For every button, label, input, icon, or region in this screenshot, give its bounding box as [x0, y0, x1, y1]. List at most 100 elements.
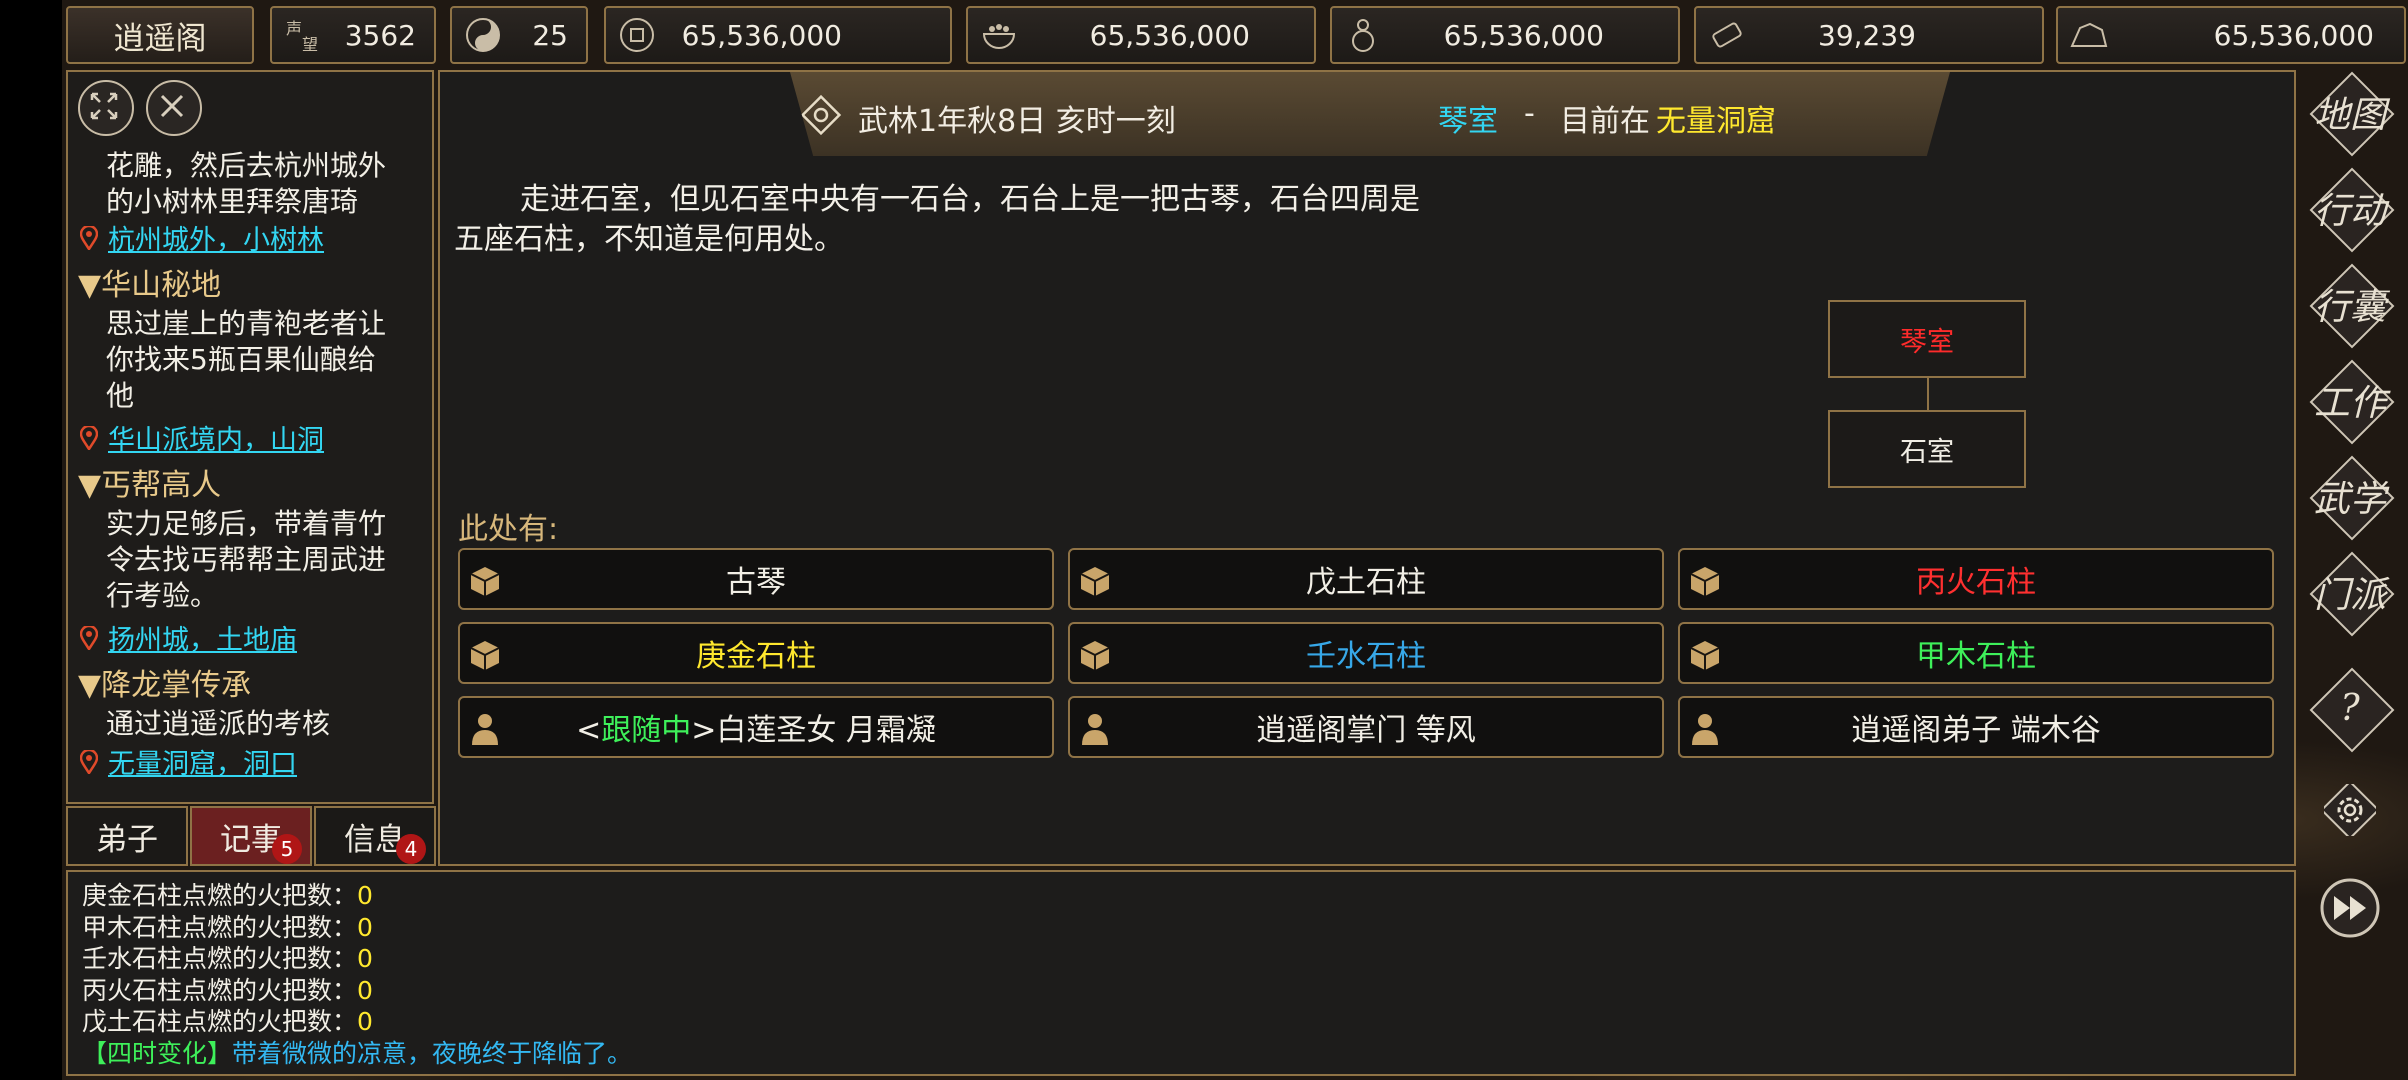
log-line: 丙火石柱点燃的火把数：0 — [82, 975, 2294, 1007]
time-location-header: 武林1年秋8日 亥时一刻 琴室 - 目前在 无量洞窟 — [790, 72, 1950, 156]
quest-location-link[interactable]: 华山派境内，山洞 — [108, 424, 324, 458]
message-log: 庚金石柱点燃的火把数：0 甲木石柱点燃的火把数：0 壬水石柱点燃的火把数：0 丙… — [66, 870, 2296, 1076]
svg-text:望: 望 — [302, 35, 318, 54]
menu-label: 门派 — [2313, 575, 2386, 616]
header-separator: - — [1524, 96, 1535, 131]
person-icon — [1692, 714, 1718, 745]
log-number: 0 — [357, 881, 373, 910]
entity-button[interactable]: 甲木石柱 — [1678, 622, 2274, 684]
expand-arrows-icon — [90, 92, 118, 120]
tab-messages[interactable]: 信息 4 — [314, 806, 436, 866]
quest-text-line: 令去找丐帮帮主周武进 — [106, 543, 387, 576]
menu-button-help[interactable]: ? — [2309, 667, 2395, 753]
quest-location-link[interactable]: 无量洞窟，洞口 — [108, 748, 297, 782]
menu-button-fast-forward[interactable] — [2310, 868, 2390, 948]
game-time: 武林1年秋8日 亥时一刻 — [858, 104, 1176, 139]
log-line: 【四时变化】带着微微的凉意，夜晚终于降临了。 — [82, 1038, 2294, 1070]
log-number: 0 — [357, 944, 373, 973]
room-description: 走进石室，但见石室中央有一石台，石台上是一把古琴，石台四周是 五座石柱，不知道是… — [454, 180, 1554, 260]
quest-text-line: 你找来5瓶百果仙酿给 — [106, 343, 376, 376]
sect-title-label: 逍遥阁 — [113, 20, 207, 57]
box-icon — [470, 567, 500, 596]
tab-journal[interactable]: 记事 5 — [190, 806, 312, 866]
ore-icon — [2070, 22, 2108, 47]
left-edge — [0, 0, 62, 1080]
sect-title-button[interactable]: 逍遥阁 — [66, 6, 254, 64]
quest-text-line: 的小树林里拜祭唐琦 — [106, 185, 359, 218]
season-tag: 【四时变化】 — [82, 1038, 233, 1068]
quest-title[interactable]: ▼降龙掌传承 — [78, 668, 251, 704]
entity-label: 丙火石柱 — [1916, 565, 2036, 600]
menu-button-bag[interactable]: 行囊 — [2309, 263, 2395, 349]
location-prefix: 目前在 — [1560, 104, 1650, 139]
current-area: 无量洞窟 — [1656, 104, 1776, 139]
log-line: 甲木石柱点燃的火把数：0 — [82, 912, 2294, 944]
svg-text:声: 声 — [286, 19, 302, 38]
entity-label: 甲木石柱 — [1916, 639, 2036, 674]
menu-label: 武学 — [2313, 479, 2386, 520]
quest-title[interactable]: ▼丐帮高人 — [78, 468, 221, 504]
menu-label: 行囊 — [2313, 287, 2386, 328]
entity-label: 壬水石柱 — [1306, 639, 1426, 674]
location-pin-icon — [80, 426, 98, 450]
tab-label: 弟子 — [96, 821, 158, 858]
menu-button-work[interactable]: 工作 — [2309, 359, 2395, 445]
minimap-neighbor-room[interactable]: 石室 — [1828, 410, 2026, 488]
rice-bowl-icon — [982, 24, 1016, 49]
menu-button-sect[interactable]: 门派 — [2309, 551, 2395, 637]
entity-button[interactable]: 庚金石柱 — [458, 622, 1054, 684]
notification-badge: 4 — [396, 834, 426, 864]
resource-value: 3562 — [344, 18, 416, 52]
entity-label: 庚金石柱 — [696, 639, 816, 674]
description-line: 五座石柱，不知道是何用处。 — [454, 222, 844, 257]
menu-button-map[interactable]: 地图 — [2309, 71, 2395, 157]
box-icon — [470, 641, 500, 670]
current-room: 琴室 — [1438, 104, 1498, 139]
resource-scroll: 39,239 — [1694, 6, 2044, 64]
box-icon — [1080, 567, 1110, 596]
tab-disciples[interactable]: 弟子 — [66, 806, 188, 866]
entity-button[interactable]: 逍遥阁弟子 端木谷 — [1678, 696, 2274, 758]
coin-icon — [620, 18, 654, 52]
quest-text-line: 实力足够后，带着青竹 — [106, 507, 387, 540]
scroll-icon — [1712, 22, 1742, 48]
resource-food: 65,536,000 — [966, 6, 1316, 64]
quest-panel[interactable]: 花雕，然后去杭州城外 的小树林里拜祭唐琦 杭州城外，小树林 ▼华山秘地 思过崖上… — [66, 70, 434, 804]
quest-location-link[interactable]: 扬州城，土地庙 — [108, 624, 297, 658]
close-x-icon — [160, 94, 184, 118]
resource-gourd: 65,536,000 — [1330, 6, 1680, 64]
resource-value: 65,536,000 — [1443, 18, 1604, 52]
location-pin-icon — [80, 626, 98, 650]
entity-button[interactable]: 壬水石柱 — [1068, 622, 1664, 684]
quest-text-line: 花雕，然后去杭州城外 — [106, 149, 387, 182]
box-icon — [1080, 641, 1110, 670]
gourd-icon — [1352, 19, 1374, 52]
entity-button[interactable]: 逍遥阁掌门 等风 — [1068, 696, 1664, 758]
resource-value: 65,536,000 — [2213, 18, 2374, 52]
entity-label: 古琴 — [726, 565, 786, 600]
log-number: 0 — [357, 912, 373, 942]
log-text: 庚金石柱点燃的火把数： — [82, 881, 358, 910]
minimap-current-room[interactable]: 琴室 — [1828, 300, 2026, 378]
menu-label: 行动 — [2313, 191, 2386, 232]
person-icon — [472, 714, 498, 745]
log-text: 丙火石柱点燃的火把数： — [82, 975, 358, 1005]
quest-location-link[interactable]: 杭州城外，小树林 — [108, 224, 324, 258]
log-number: 0 — [357, 975, 373, 1005]
menu-button-martial[interactable]: 武学 — [2309, 455, 2395, 541]
entity-button[interactable]: <跟随中>白莲圣女 月霜凝 — [458, 696, 1054, 758]
entity-label: 戊土石柱 — [1306, 565, 1426, 600]
resource-value: 65,536,000 — [1089, 18, 1250, 52]
quest-title[interactable]: ▼华山秘地 — [78, 268, 221, 304]
entity-button[interactable]: 丙火石柱 — [1678, 548, 2274, 610]
menu-button-action[interactable]: 行动 — [2309, 167, 2395, 253]
resource-value: 65,536,000 — [681, 18, 842, 52]
menu-button-settings-gear[interactable] — [2310, 770, 2390, 850]
entity-button[interactable]: 古琴 — [458, 548, 1054, 610]
entity-button[interactable]: 戊土石柱 — [1068, 548, 1664, 610]
collapse-button[interactable] — [146, 80, 202, 136]
log-line: 壬水石柱点燃的火把数：0 — [82, 943, 2294, 975]
expand-button[interactable] — [78, 80, 134, 136]
person-icon — [1082, 714, 1108, 745]
quest-text-line: 行考验。 — [106, 579, 219, 612]
